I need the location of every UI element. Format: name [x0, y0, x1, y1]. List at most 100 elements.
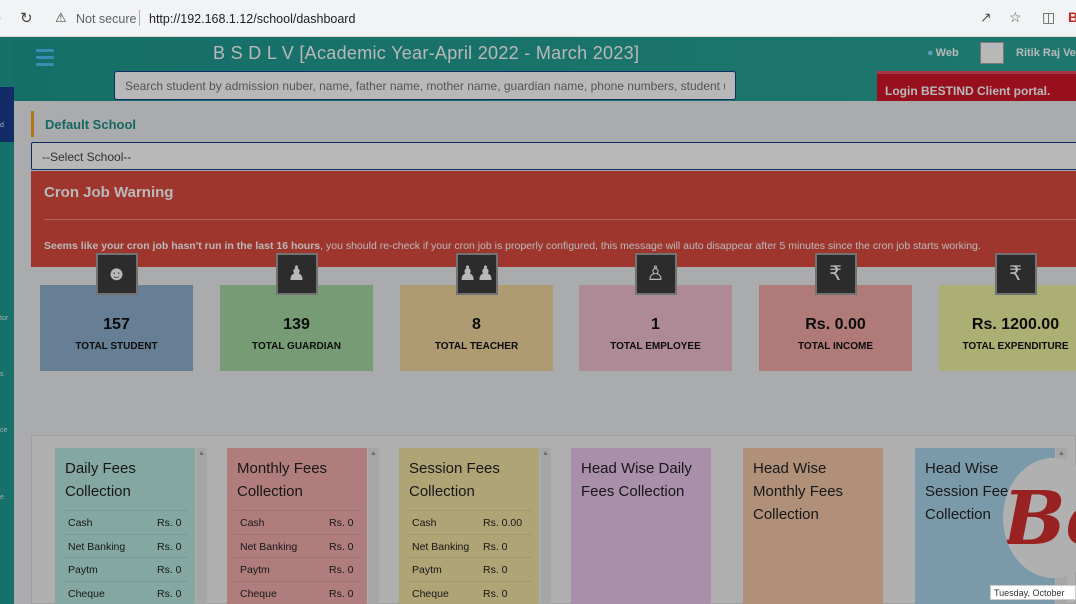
fee-method: Cheque: [412, 588, 449, 600]
reload-icon[interactable]: ↻: [20, 9, 33, 27]
login-client-portal-button[interactable]: Login BESTIND Client portal.: [877, 71, 1076, 101]
fee-card-monthly: Monthly Fees Collection Cash Rs. 0 Net Ba…: [227, 448, 367, 604]
fee-card-daily: Daily Fees Collection Cash Rs. 0 Net Bank…: [55, 448, 195, 604]
fee-row: Cheque Rs. 0: [234, 581, 360, 604]
extension-icon[interactable]: B: [1068, 9, 1076, 25]
back-arrow-icon[interactable]: ›: [0, 9, 1, 26]
scrollbar[interactable]: ▲: [196, 448, 207, 604]
sidebar-item-fragment[interactable]: tor: [0, 315, 8, 322]
fee-card-title: Head Wise Daily Fees Collection: [581, 460, 692, 500]
fee-card-title: Head Wise Monthly Fees Collection: [753, 460, 844, 523]
fee-amount: Rs. 0: [329, 517, 354, 529]
stat-card-income[interactable]: ₹ Rs. 0.00 TOTAL INCOME: [759, 253, 912, 371]
warning-icon[interactable]: ⚠: [55, 10, 67, 26]
rupee-icon: ₹: [814, 253, 857, 295]
stat-label: TOTAL GUARDIAN: [252, 341, 341, 352]
main-content: Default School --Select School-- Cron Jo…: [14, 101, 1076, 604]
stat-card-teacher[interactable]: ♟♟ 8 TOTAL TEACHER: [400, 253, 553, 371]
user-name[interactable]: Ritik Raj Ver: [1016, 47, 1076, 59]
sidebar-item-fragment[interactable]: ce: [0, 427, 7, 434]
fee-amount: Rs. 0: [483, 541, 508, 553]
avatar[interactable]: [980, 42, 1004, 64]
stat-card-employee[interactable]: ♙ 1 TOTAL EMPLOYEE: [579, 253, 732, 371]
top-header: B S D L V [Academic Year-April 2022 - Ma…: [14, 37, 1076, 101]
star-icon[interactable]: ☆: [1009, 9, 1022, 26]
sidebar: d tor s ce e: [0, 37, 14, 604]
divider: [139, 10, 140, 26]
address-bar[interactable]: http://192.168.1.12/school/dashboard: [149, 12, 355, 26]
search-input[interactable]: [114, 71, 736, 100]
fee-row: Cash Rs. 0: [62, 510, 188, 533]
fee-amount: Rs. 0: [157, 517, 182, 529]
not-secure-label[interactable]: Not secure: [76, 12, 136, 26]
fee-card-head-daily: Head Wise Daily Fees Collection: [571, 448, 711, 604]
stat-label: TOTAL INCOME: [798, 341, 873, 352]
scroll-up-icon[interactable]: ▲: [198, 450, 205, 457]
stat-label: TOTAL TEACHER: [434, 341, 519, 352]
fee-amount: Rs. 0: [157, 564, 182, 576]
fee-method: Net Banking: [240, 541, 298, 553]
stat-label: TOTAL EMPLOYEE: [610, 341, 701, 352]
divider: [44, 219, 1076, 220]
guardian-icon: ♟: [275, 253, 318, 295]
fee-row: Cash Rs. 0: [234, 510, 360, 533]
fee-row: Paytm Rs. 0: [62, 557, 188, 580]
fee-amount: Rs. 0: [157, 588, 182, 600]
scroll-up-icon[interactable]: ▲: [542, 450, 549, 457]
app-title: B S D L V [Academic Year-April 2022 - Ma…: [213, 43, 640, 63]
sidebar-item-fragment[interactable]: e: [0, 494, 4, 501]
fee-row: Net Banking Rs. 0: [406, 534, 532, 557]
fee-method: Cash: [240, 517, 265, 529]
fee-method: Cheque: [68, 588, 105, 600]
stat-value: Rs. 1200.00: [971, 316, 1060, 333]
stat-card-guardian[interactable]: ♟ 139 TOTAL GUARDIAN: [220, 253, 373, 371]
scrollbar[interactable]: ▲: [368, 448, 379, 604]
cron-warning-alert: Cron Job Warning Seems like your cron jo…: [31, 171, 1076, 267]
fee-row: Cash Rs. 0.00: [406, 510, 532, 533]
sidebar-item-fragment: d: [0, 122, 4, 129]
fee-method: Paytm: [68, 564, 98, 576]
menu-icon[interactable]: [36, 49, 54, 70]
fee-amount: Rs. 0: [483, 564, 508, 576]
fee-amount: Rs. 0: [329, 541, 354, 553]
fee-amount: Rs. 0.00: [483, 517, 523, 529]
fee-method: Cash: [68, 517, 93, 529]
stat-label: TOTAL STUDENT: [75, 341, 158, 352]
fee-method: Paytm: [412, 564, 442, 576]
stat-card-student[interactable]: ☻ 157 TOTAL STUDENT: [40, 253, 193, 371]
brand-logo-text: Be: [1003, 476, 1076, 562]
stat-card-expenditure[interactable]: ₹ Rs. 1200.00 TOTAL EXPENDITURE: [939, 253, 1076, 371]
fee-method: Net Banking: [412, 541, 470, 553]
fee-amount: Rs. 0: [329, 564, 354, 576]
fee-row: Net Banking Rs. 0: [234, 534, 360, 557]
sidebar-icon[interactable]: ◫: [1042, 9, 1055, 26]
sidebar-item-fragment[interactable]: s: [0, 371, 4, 378]
web-link[interactable]: ● Web: [927, 47, 959, 59]
brand-logo[interactable]: Be: [1003, 458, 1076, 578]
fee-row: Cheque Rs. 0: [62, 581, 188, 604]
rupee-icon: ₹: [994, 253, 1037, 295]
scroll-up-icon[interactable]: ▲: [1058, 450, 1065, 457]
sidebar-active-item[interactable]: d: [0, 87, 14, 142]
fee-method: Cheque: [240, 588, 277, 600]
fee-amount: Rs. 0: [157, 541, 182, 553]
fee-collection-panel: Daily Fees Collection Cash Rs. 0 Net Bank…: [31, 435, 1076, 604]
fee-card-title: Monthly Fees Collection: [237, 460, 328, 500]
share-icon[interactable]: ↗: [980, 9, 992, 26]
scrollbar[interactable]: ▲: [540, 448, 551, 604]
student-icon: ☻: [95, 253, 138, 295]
fee-amount: Rs. 0: [483, 588, 508, 600]
stat-value: 8: [472, 316, 481, 333]
fee-row: Paytm Rs. 0: [406, 557, 532, 580]
fee-method: Cash: [412, 517, 437, 529]
fee-amount: Rs. 0: [329, 588, 354, 600]
fee-row: Net Banking Rs. 0: [62, 534, 188, 557]
teacher-group-icon: ♟♟: [455, 253, 498, 295]
school-select[interactable]: --Select School--: [31, 142, 1076, 170]
taskbar-date: Tuesday, October: [990, 585, 1076, 600]
stat-value: 1: [651, 316, 660, 333]
stat-label: TOTAL EXPENDITURE: [962, 341, 1069, 352]
cron-warning-message: Seems like your cron job hasn't run in t…: [44, 240, 981, 252]
fee-method: Net Banking: [68, 541, 126, 553]
scroll-up-icon[interactable]: ▲: [370, 450, 377, 457]
